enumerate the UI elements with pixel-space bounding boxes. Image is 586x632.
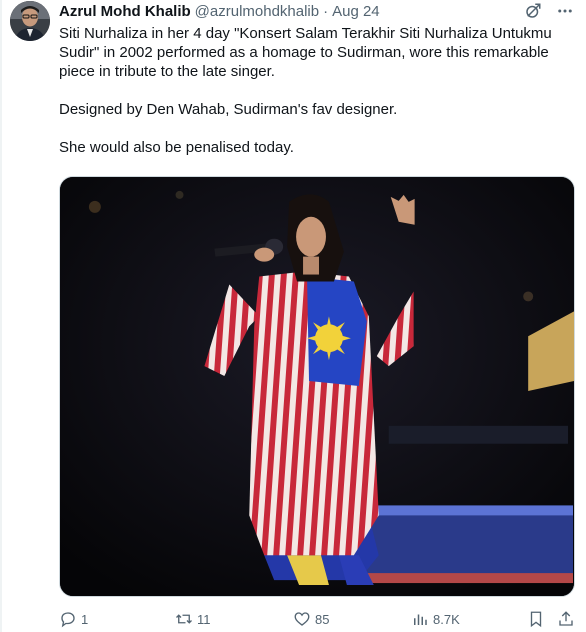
avatar-icon <box>10 1 50 41</box>
reply-icon <box>61 612 75 628</box>
tweet-paragraph: Siti Nurhaliza in her 4 day "Konsert Sal… <box>59 25 552 80</box>
photo-of-performer-on-stage <box>60 177 574 596</box>
share-icon <box>559 611 573 626</box>
retweet-count: 11 <box>197 611 211 627</box>
tweet-photo[interactable] <box>59 176 575 597</box>
retweet-icon <box>176 614 192 624</box>
thread-rail <box>0 0 2 632</box>
tweet-paragraph: Designed by Den Wahab, Sudirman's fav de… <box>59 101 398 118</box>
timestamp[interactable]: Aug 24 <box>332 2 380 22</box>
more-icon[interactable] <box>556 2 574 20</box>
bookmark-icon <box>530 611 542 628</box>
author-name[interactable]: Azrul Mohd Khalib <box>59 2 191 22</box>
heart-icon <box>294 612 310 626</box>
reply-button[interactable]: 1 <box>59 610 88 628</box>
tweet-paragraph: She would also be penalised today. <box>59 139 294 156</box>
like-button[interactable]: 85 <box>293 610 329 628</box>
header-icons <box>524 2 574 20</box>
separator-dot: · <box>323 3 329 20</box>
tweet-header: Azrul Mohd Khalib @azrulmohdkhalib · Aug… <box>59 1 576 23</box>
reply-count: 1 <box>81 611 89 627</box>
like-count: 85 <box>315 611 330 627</box>
retweet-button[interactable]: 11 <box>175 610 211 628</box>
avatar[interactable] <box>10 1 50 41</box>
bookmark-button[interactable] <box>527 610 549 628</box>
share-button[interactable] <box>557 610 579 628</box>
view-count: 8.7K <box>433 611 460 627</box>
tweet-text: Siti Nurhaliza in her 4 day "Konsert Sal… <box>59 24 575 157</box>
author-handle[interactable]: @azrulmohdkhalib <box>195 2 319 22</box>
action-bar: 1 11 85 8.7K <box>59 608 579 630</box>
views-chart-icon <box>414 614 427 625</box>
grok-icon[interactable] <box>524 2 542 20</box>
views-button[interactable]: 8.7K <box>411 610 460 628</box>
